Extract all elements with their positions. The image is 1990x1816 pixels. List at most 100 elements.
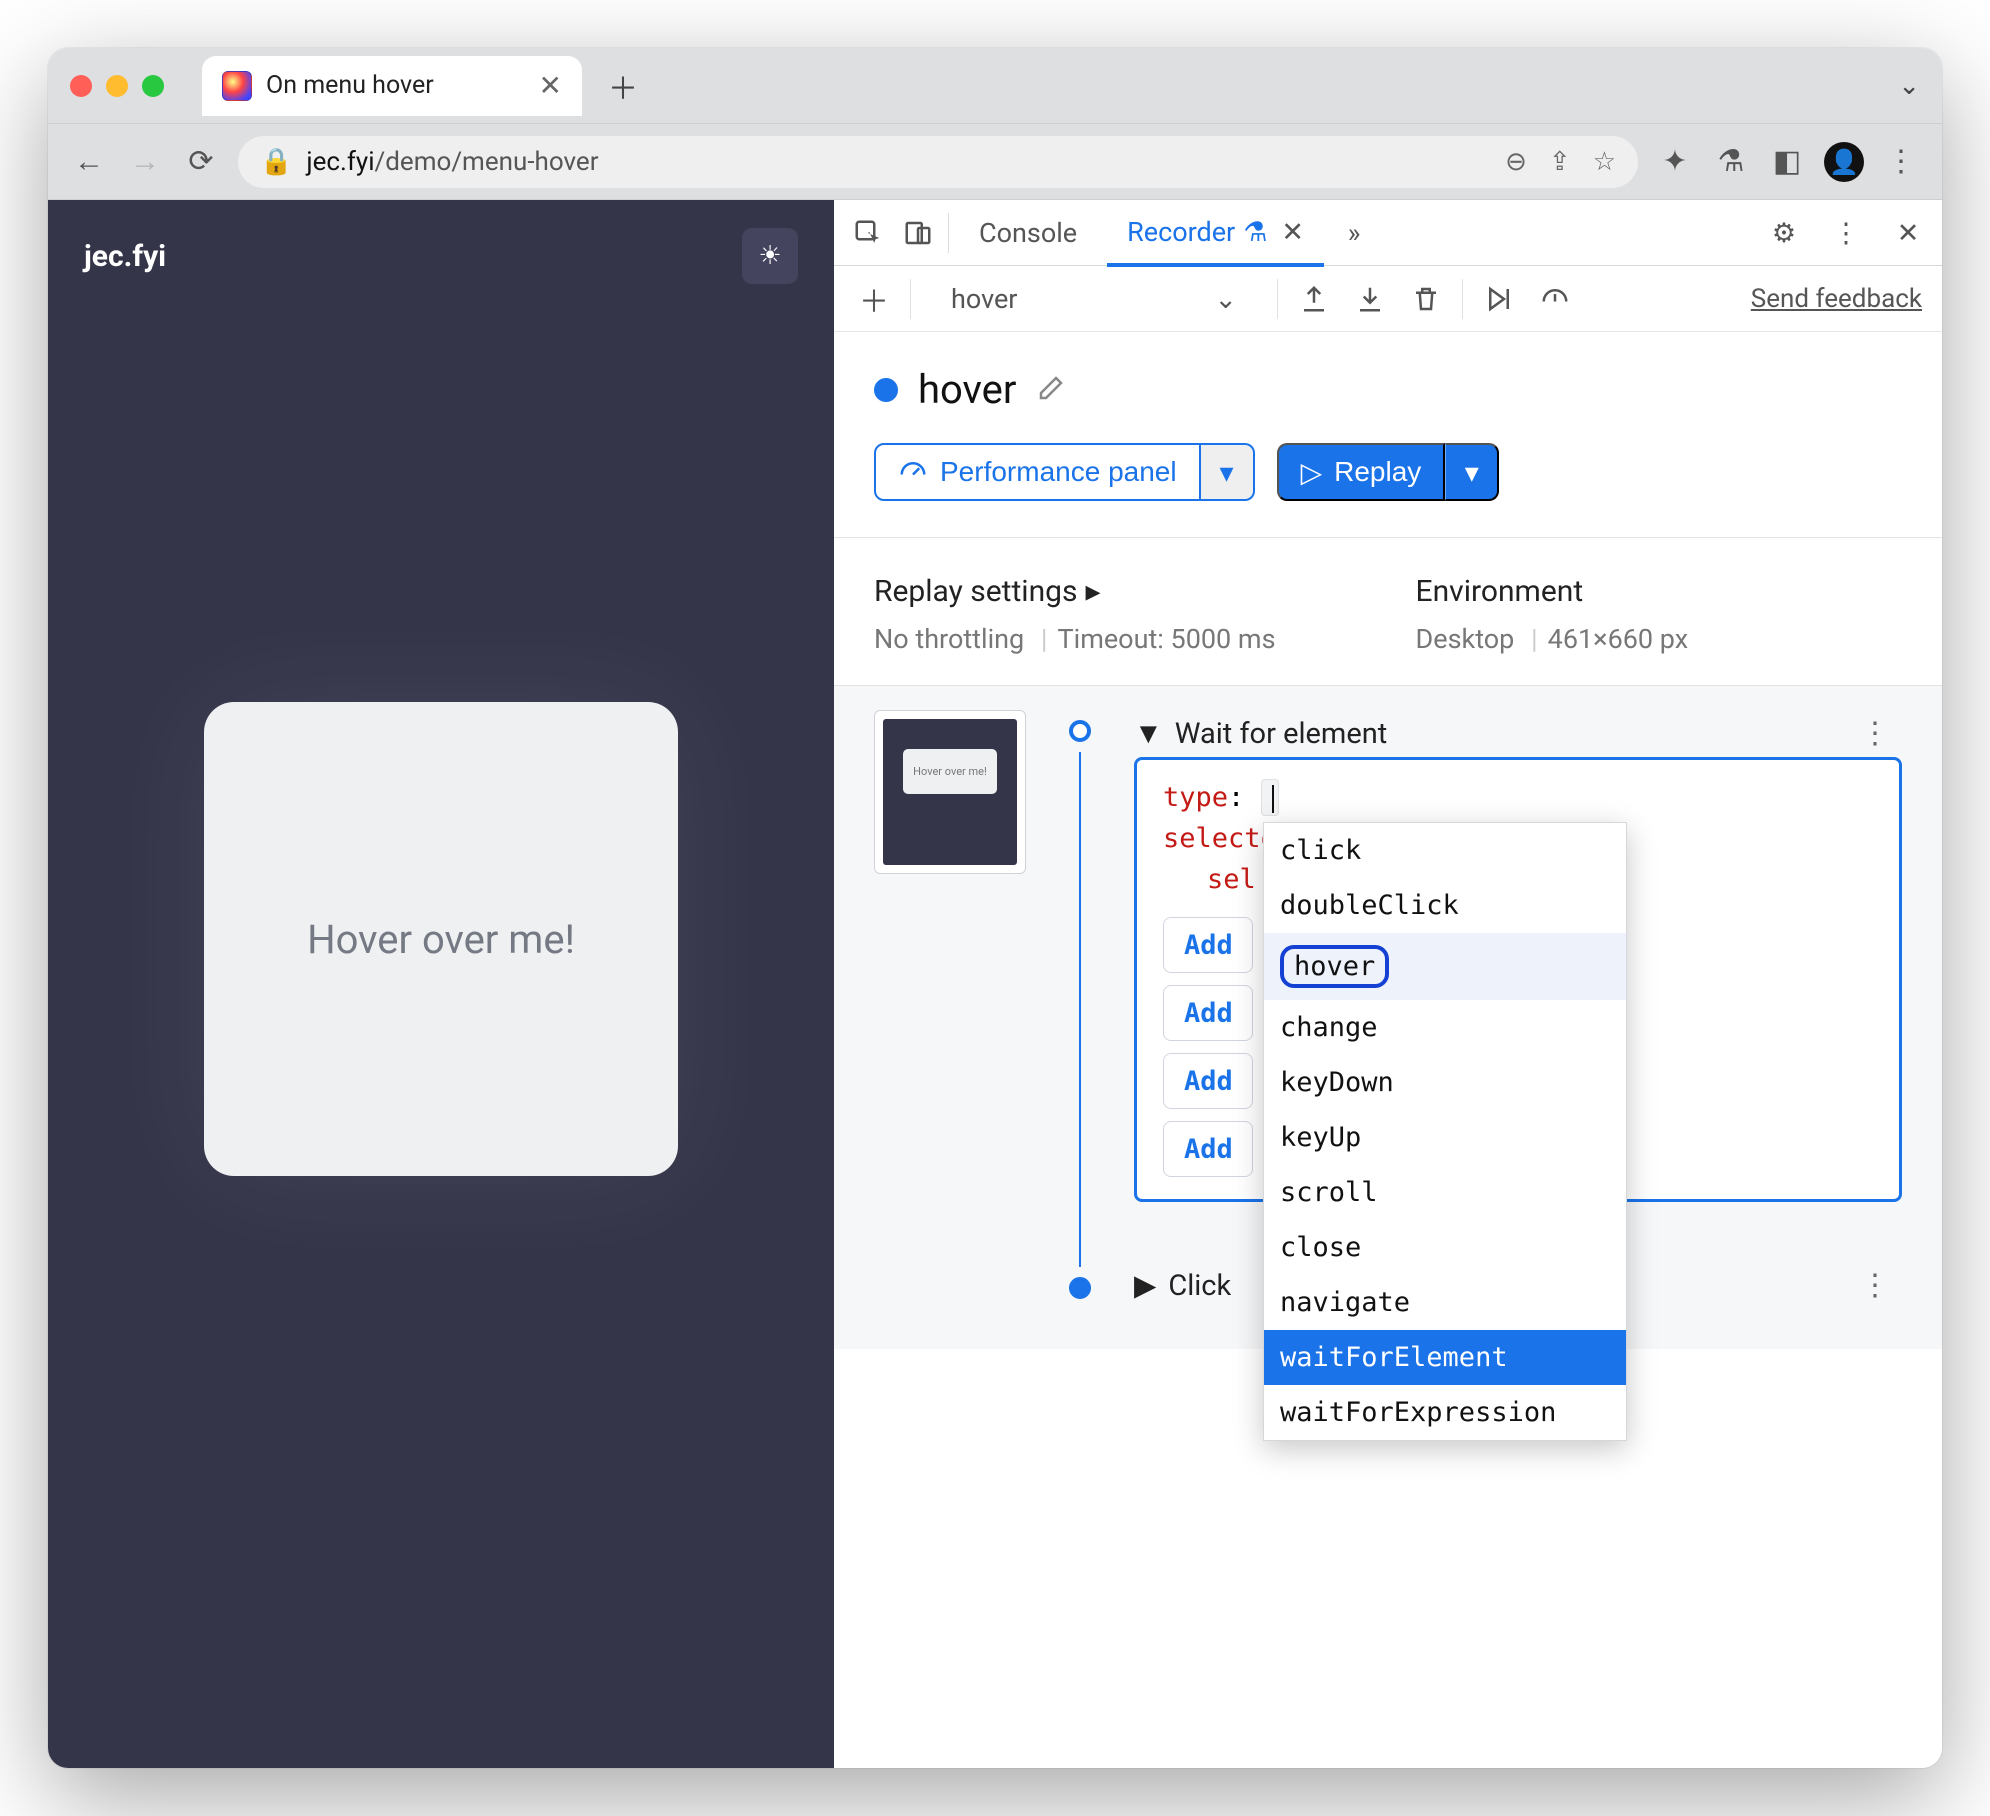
bookmark-icon[interactable]: ☆ — [1593, 147, 1616, 177]
type-autocomplete-dropdown: click doubleClick hover change keyDown k… — [1263, 822, 1627, 1441]
replay-settings-label[interactable]: Replay settings ▸ — [874, 574, 1276, 609]
tab-close-icon[interactable]: ✕ — [539, 69, 562, 102]
step-title: Wait for element — [1175, 717, 1388, 751]
type-key: type — [1163, 782, 1228, 813]
timeout-value: Timeout: 5000 ms — [1031, 623, 1276, 655]
environment-device: Desktop — [1416, 623, 1515, 655]
hover-card-text: Hover over me! — [307, 916, 575, 963]
step-forward-icon[interactable] — [1479, 279, 1519, 319]
zoom-out-icon[interactable]: ⊖ — [1505, 147, 1527, 177]
timeline-node — [1069, 720, 1091, 742]
kebab-menu-icon[interactable]: ⋮ — [1882, 143, 1920, 181]
profile-avatar[interactable]: 👤 — [1824, 142, 1864, 182]
devtools-tabbar: Console Recorder ⚗ ✕ » ⚙ ⋮ ✕ — [834, 200, 1942, 266]
steps-area: Hover over me! ▼ Wait for element — [834, 685, 1942, 1349]
environment-label: Environment — [1416, 574, 1689, 609]
nav-forward-icon[interactable]: → — [126, 143, 164, 181]
step-editor[interactable]: type: selectors sel Add Add Add Add — [1134, 757, 1902, 1202]
browser-tab[interactable]: On menu hover ✕ — [202, 56, 582, 116]
tab-overflow-icon[interactable]: ⌄ — [1898, 71, 1920, 101]
slow-replay-icon[interactable] — [1535, 279, 1575, 319]
steps-column: ▼ Wait for element ⋮ type: selectors sel… — [1134, 710, 1902, 1309]
titlebar: On menu hover ✕ ＋ ⌄ — [48, 48, 1942, 124]
recording-selector-value: hover — [951, 283, 1017, 315]
add-button[interactable]: Add — [1163, 917, 1253, 973]
devtools-panel: Console Recorder ⚗ ✕ » ⚙ ⋮ ✕ ＋ hover — [834, 200, 1942, 1768]
step-wait-for-element: ▼ Wait for element ⋮ type: selectors sel… — [1134, 710, 1902, 1202]
performance-panel-more[interactable]: ▾ — [1201, 443, 1255, 501]
add-button[interactable]: Add — [1163, 1121, 1253, 1177]
record-indicator-icon — [874, 378, 898, 402]
tab-console[interactable]: Console — [959, 200, 1097, 266]
close-devtools-icon[interactable]: ✕ — [1888, 213, 1928, 253]
recorder-body: hover Performance panel ▾ ▷ Replay — [834, 332, 1942, 1349]
recording-selector[interactable]: hover ⌄ — [927, 276, 1261, 322]
dropdown-option-waitforexpression[interactable]: waitForExpression — [1264, 1385, 1626, 1440]
dropdown-option-navigate[interactable]: navigate — [1264, 1275, 1626, 1330]
flask-icon: ⚗ — [1243, 216, 1267, 248]
replay-more[interactable]: ▾ — [1445, 443, 1499, 501]
url-field[interactable]: 🔒 jec.fyi/demo/menu-hover ⊖ ⇪ ☆ — [238, 136, 1638, 188]
close-window[interactable] — [70, 75, 92, 97]
device-toggle-icon[interactable] — [898, 213, 938, 253]
chevron-right-icon: ▸ — [1085, 574, 1100, 609]
timeline-node — [1069, 1277, 1091, 1299]
new-recording-icon[interactable]: ＋ — [854, 279, 894, 319]
reload-icon[interactable]: ⟳ — [182, 143, 220, 181]
dropdown-option-close[interactable]: close — [1264, 1220, 1626, 1275]
recording-buttons: Performance panel ▾ ▷ Replay ▾ — [874, 443, 1902, 501]
performance-panel-button[interactable]: Performance panel — [874, 443, 1201, 501]
replay-settings: Replay settings ▸ No throttling Timeout:… — [874, 574, 1902, 655]
delete-icon[interactable] — [1406, 279, 1446, 319]
more-menu-icon[interactable]: ⋮ — [1826, 213, 1866, 253]
tabs-overflow-icon[interactable]: » — [1334, 213, 1374, 253]
recording-title-row: hover — [874, 366, 1902, 413]
import-icon[interactable] — [1350, 279, 1390, 319]
step-menu-icon[interactable]: ⋮ — [1848, 710, 1902, 757]
new-tab-button[interactable]: ＋ — [604, 67, 642, 105]
theme-toggle-button[interactable]: ☀ — [742, 228, 798, 284]
dropdown-option-hover[interactable]: hover — [1264, 933, 1626, 1000]
maximize-window[interactable] — [142, 75, 164, 97]
expand-icon: ▶ — [1134, 1268, 1156, 1303]
page-brand: jec.fyi — [84, 239, 166, 274]
dropdown-option-change[interactable]: change — [1264, 1000, 1626, 1055]
page-header: jec.fyi ☀ — [48, 200, 834, 312]
sidepanel-icon[interactable]: ◧ — [1768, 143, 1806, 181]
step-header[interactable]: ▼ Wait for element ⋮ — [1134, 710, 1902, 757]
url-path: /demo/menu-hover — [375, 147, 599, 177]
minimize-window[interactable] — [106, 75, 128, 97]
send-feedback-link[interactable]: Send feedback — [1751, 284, 1922, 314]
environment-size: 461×660 px — [1521, 623, 1688, 655]
step-title: Click — [1168, 1269, 1231, 1303]
add-button[interactable]: Add — [1163, 985, 1253, 1041]
edit-name-icon[interactable] — [1036, 373, 1066, 407]
favicon-icon — [222, 71, 252, 101]
replay-button[interactable]: ▷ Replay — [1277, 443, 1446, 501]
lock-icon: 🔒 — [260, 147, 292, 177]
labs-icon[interactable]: ⚗ — [1712, 143, 1750, 181]
tab-recorder[interactable]: Recorder ⚗ ✕ — [1107, 201, 1324, 267]
nav-back-icon[interactable]: ← — [70, 143, 108, 181]
export-icon[interactable] — [1294, 279, 1334, 319]
recorder-toolbar: ＋ hover ⌄ — [834, 266, 1942, 332]
dropdown-option-click[interactable]: click — [1264, 823, 1626, 878]
tab-close-icon[interactable]: ✕ — [1281, 216, 1304, 248]
hover-card[interactable]: Hover over me! — [204, 702, 678, 1176]
inspect-icon[interactable] — [848, 213, 888, 253]
add-button[interactable]: Add — [1163, 1053, 1253, 1109]
tab-title: On menu hover — [266, 71, 434, 100]
tab-strip: On menu hover ✕ ＋ — [202, 56, 642, 116]
chevron-down-icon: ⌄ — [1214, 283, 1237, 315]
settings-gear-icon[interactable]: ⚙ — [1764, 213, 1804, 253]
dropdown-option-keydown[interactable]: keyDown — [1264, 1055, 1626, 1110]
dropdown-option-waitforelement[interactable]: waitForElement — [1264, 1330, 1626, 1385]
extensions-icon[interactable]: ✦ — [1656, 143, 1694, 181]
share-icon[interactable]: ⇪ — [1549, 147, 1571, 177]
step-menu-icon[interactable]: ⋮ — [1848, 1262, 1902, 1309]
dropdown-option-doubleclick[interactable]: doubleClick — [1264, 878, 1626, 933]
dropdown-option-scroll[interactable]: scroll — [1264, 1165, 1626, 1220]
dropdown-option-keyup[interactable]: keyUp — [1264, 1110, 1626, 1165]
address-bar: ← → ⟳ 🔒 jec.fyi/demo/menu-hover ⊖ ⇪ ☆ ✦ … — [48, 124, 1942, 200]
step-thumbnail[interactable]: Hover over me! — [874, 710, 1026, 874]
